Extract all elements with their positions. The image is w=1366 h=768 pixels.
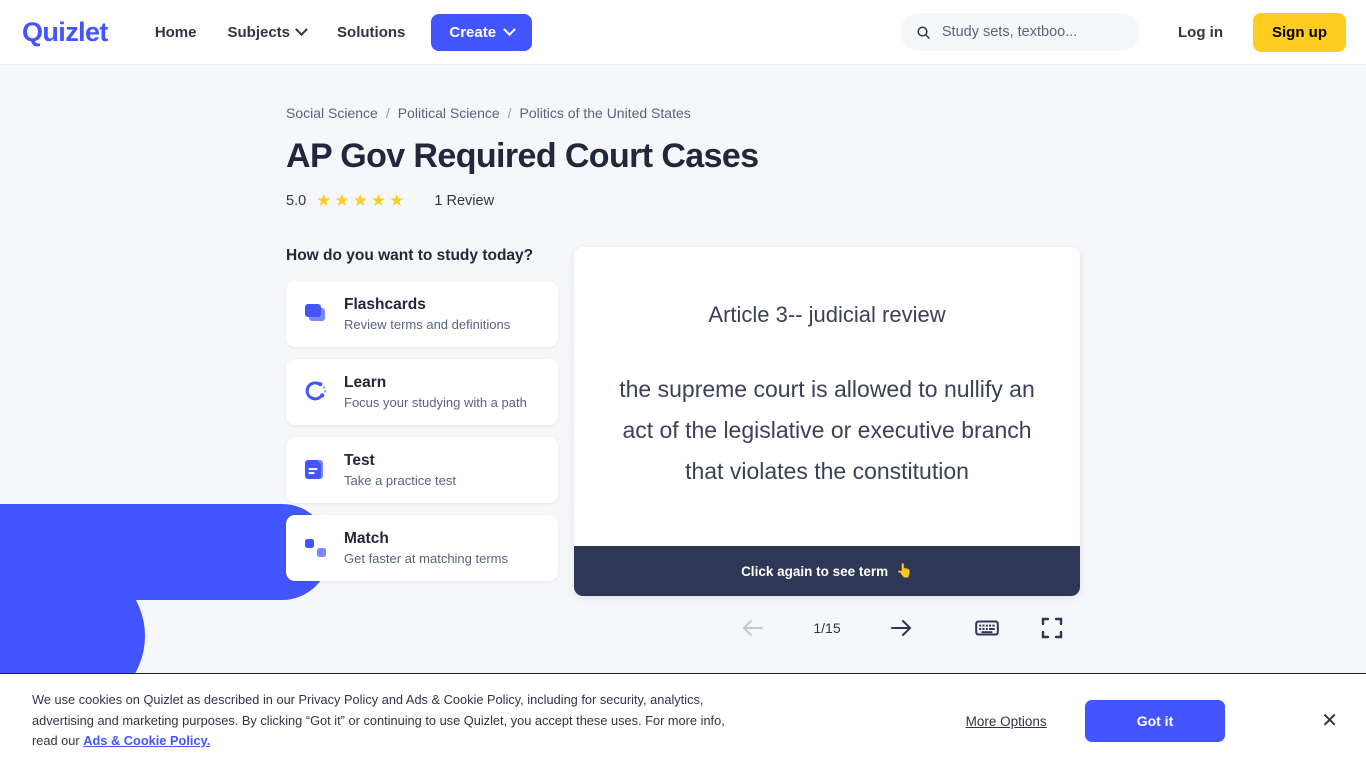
fullscreen-icon <box>1041 617 1063 639</box>
study-mode-title: Learn <box>344 374 387 392</box>
main-nav: Home Subjects Solutions Create <box>142 13 533 51</box>
nav-item-solutions[interactable]: Solutions <box>324 15 418 50</box>
quizlet-logo[interactable]: Quizlet <box>22 18 108 46</box>
create-button-label: Create <box>449 23 497 41</box>
cookie-banner-actions: More Options Got it ✕ <box>966 700 1344 742</box>
star-icon: ★ <box>334 191 350 211</box>
star-icon: ★ <box>370 191 387 211</box>
study-mode-text: Match Get faster at matching terms <box>344 529 508 567</box>
study-mode-subtitle: Review terms and definitions <box>344 316 511 332</box>
login-button[interactable]: Log in <box>1160 14 1241 51</box>
study-heading: How do you want to study today? <box>286 247 534 265</box>
card-counter: 1/15 <box>813 620 841 637</box>
star-rating[interactable]: ★ ★ ★ ★ ★ <box>316 192 404 209</box>
nav-item-label: Subjects <box>227 23 291 41</box>
rating-row: 5.0 ★ ★ ★ ★ ★ 1 Review <box>286 192 1080 209</box>
breadcrumb-item-politics-us[interactable]: Politics of the United States <box>520 105 691 121</box>
study-mode-subtitle: Focus your studying with a path <box>344 394 527 410</box>
create-button[interactable]: Create <box>431 13 533 51</box>
flashcard-panel: Article 3-- judicial review the supreme … <box>574 247 1080 660</box>
next-card-button[interactable] <box>880 609 922 647</box>
learn-icon <box>303 378 329 406</box>
keyboard-shortcuts-button[interactable] <box>967 610 1007 646</box>
breadcrumb: Social Science / Political Science / Pol… <box>286 105 1080 121</box>
breadcrumb-item-political-science[interactable]: Political Science <box>398 105 500 121</box>
study-mode-title: Match <box>344 530 389 548</box>
page-title: AP Gov Required Court Cases <box>286 137 759 175</box>
pointing-hand-icon: 👆 <box>896 563 913 579</box>
site-header: Quizlet Home Subjects Solutions Create L… <box>0 0 1366 65</box>
cookie-banner-text: We use cookies on Quizlet as described i… <box>32 690 742 752</box>
nav-item-subjects[interactable]: Subjects <box>215 15 320 50</box>
star-icon: ★ <box>352 191 368 211</box>
nav-item-label: Solutions <box>337 23 406 41</box>
study-mode-title: Test <box>344 452 375 470</box>
study-mode-title: Flashcards <box>344 296 426 314</box>
keyboard-icon <box>975 620 999 636</box>
search-box[interactable] <box>900 13 1140 51</box>
breadcrumb-item-social-science[interactable]: Social Science <box>286 105 378 121</box>
breadcrumb-separator: / <box>385 105 390 121</box>
study-mode-match[interactable]: Match Get faster at matching terms <box>286 515 558 582</box>
flashcard-face: Article 3-- judicial review the supreme … <box>574 247 1080 546</box>
study-mode-text: Test Take a practice test <box>344 451 456 489</box>
flashcard-term: Article 3-- judicial review <box>708 301 946 327</box>
arrow-right-icon <box>891 620 911 637</box>
flashcards-icon <box>303 300 329 328</box>
breadcrumb-separator: / <box>507 105 512 121</box>
fullscreen-button[interactable] <box>1033 609 1071 647</box>
study-mode-learn[interactable]: Learn Focus your studying with a path <box>286 359 558 426</box>
search-icon <box>917 25 930 39</box>
chevron-down-icon <box>503 22 516 36</box>
flashcard[interactable]: Article 3-- judicial review the supreme … <box>574 247 1080 597</box>
study-mode-text: Flashcards Review terms and definitions <box>344 295 510 333</box>
got-it-button[interactable]: Got it <box>1084 700 1226 742</box>
flashcard-definition: the supreme court is allowed to nullify … <box>619 376 1035 485</box>
study-mode-test[interactable]: Test Take a practice test <box>286 437 558 504</box>
study-mode-subtitle: Take a practice test <box>344 472 456 488</box>
nav-item-label: Home <box>154 23 197 41</box>
study-and-card-layout: How do you want to study today? Flashcar… <box>286 247 1080 660</box>
star-icon: ★ <box>316 191 332 211</box>
study-mode-text: Learn Focus your studying with a path <box>344 373 527 411</box>
more-options-link[interactable]: More Options <box>966 714 1047 729</box>
flashcard-flip-hint-label: Click again to see term <box>741 563 889 579</box>
ads-cookie-policy-link[interactable]: Ads & Cookie Policy. <box>83 733 210 748</box>
study-mode-subtitle: Get faster at matching terms <box>344 550 509 566</box>
cookie-consent-banner: We use cookies on Quizlet as described i… <box>0 673 1366 768</box>
study-modes-panel: How do you want to study today? Flashcar… <box>286 247 558 593</box>
chevron-down-icon <box>295 22 308 36</box>
study-mode-flashcards[interactable]: Flashcards Review terms and definitions <box>286 281 558 348</box>
review-count[interactable]: 1 Review <box>434 193 494 209</box>
flashcard-flip-hint[interactable]: Click again to see term 👆 <box>574 546 1080 597</box>
star-icon: ★ <box>389 191 405 211</box>
main-content: Social Science / Political Science / Pol… <box>0 65 1366 660</box>
rating-value: 5.0 <box>286 192 307 209</box>
match-icon <box>303 534 329 562</box>
flashcard-controls: 1/15 <box>574 596 1080 660</box>
flashcard-tools <box>967 609 1071 647</box>
header-right-group: Log in Sign up <box>900 12 1346 52</box>
close-banner-button[interactable]: ✕ <box>1315 705 1344 737</box>
test-icon <box>303 456 329 484</box>
signup-button[interactable]: Sign up <box>1253 12 1346 52</box>
previous-card-button[interactable] <box>732 609 774 647</box>
arrow-left-icon <box>743 620 763 637</box>
search-input[interactable] <box>941 24 1124 40</box>
nav-item-home[interactable]: Home <box>142 15 210 50</box>
